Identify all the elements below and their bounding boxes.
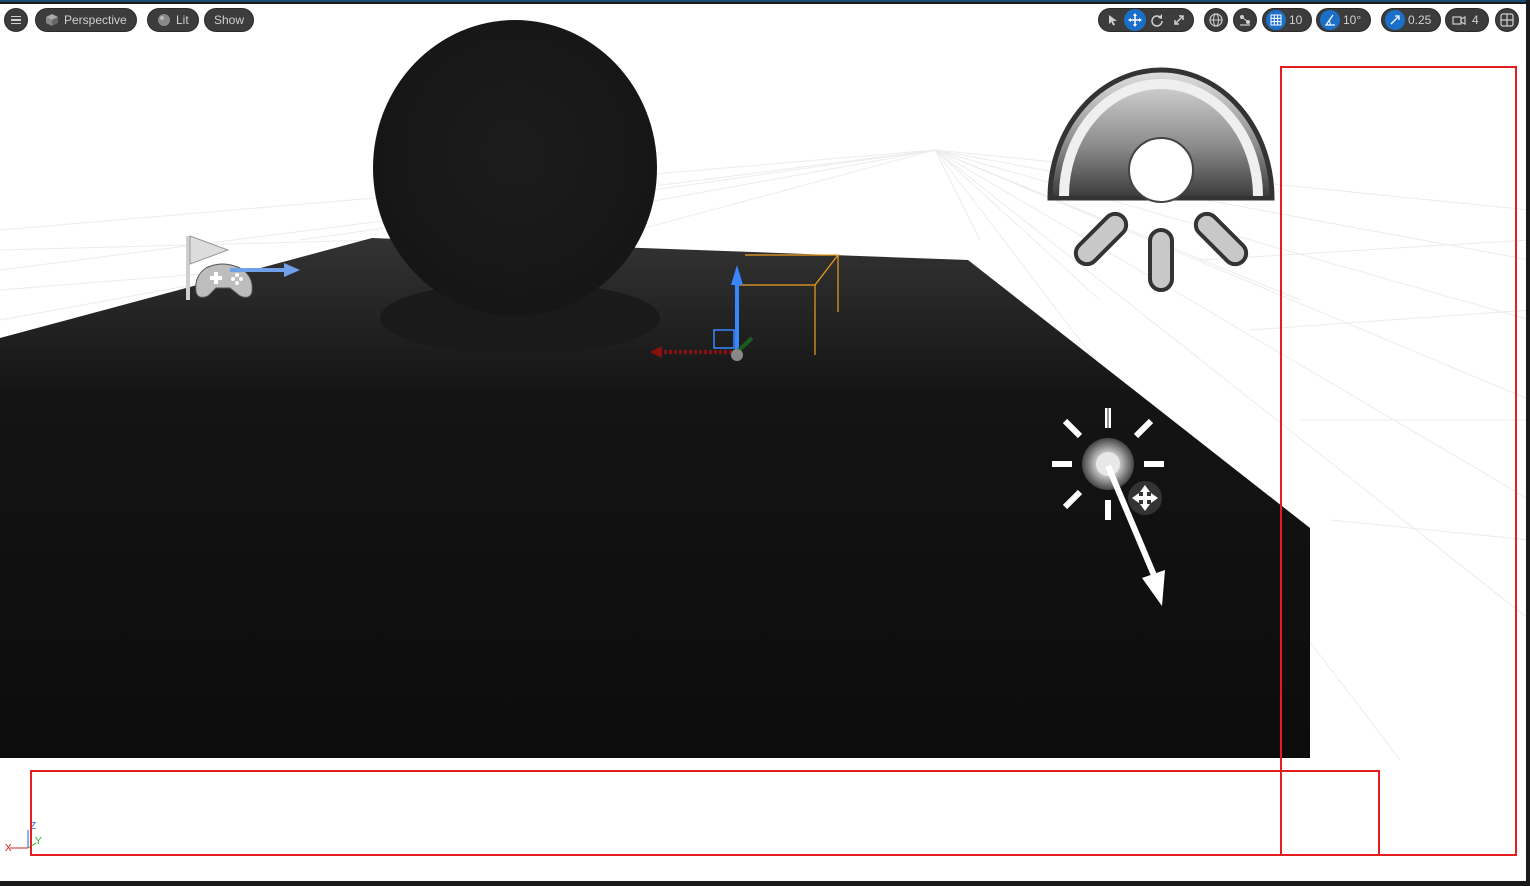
lit-label: Lit [176, 13, 189, 27]
perspective-button[interactable]: Perspective [35, 8, 137, 32]
globe-icon [1209, 13, 1223, 27]
show-button[interactable]: Show [204, 8, 255, 32]
viewport-toolbar-left [4, 8, 28, 32]
perspective-label: Perspective [64, 13, 127, 27]
level-viewport[interactable]: X Y Z Perspective Lit Show 10 10° 0.25 4 [0, 0, 1530, 886]
viewport-layout-button[interactable] [1495, 8, 1519, 32]
surface-snapping-button[interactable] [1233, 8, 1257, 32]
grid-snap-value[interactable]: 10 [1286, 13, 1308, 27]
viewport-right-border [1526, 0, 1530, 886]
axis-x-label: X [5, 843, 12, 854]
surface-snap-icon [1240, 15, 1250, 26]
grid-snap-toggle[interactable] [1266, 10, 1286, 30]
camera-icon [1452, 16, 1466, 25]
scale-mode-button[interactable] [1168, 9, 1190, 31]
highlight-box-right [1280, 66, 1517, 856]
angle-icon [1324, 14, 1335, 26]
scale-snap-toggle[interactable] [1385, 10, 1405, 30]
translate-mode-button[interactable] [1124, 9, 1146, 31]
scale-snap-icon [1390, 15, 1400, 25]
highlight-box-bottom [30, 770, 1380, 856]
scale-snap-group[interactable]: 0.25 [1381, 8, 1442, 32]
coordinate-space-button[interactable] [1204, 8, 1228, 32]
transform-tools-group [1098, 8, 1194, 32]
rotation-snap-group[interactable]: 10° [1316, 8, 1372, 32]
viewport-menu-button[interactable] [4, 8, 28, 32]
select-icon [1109, 15, 1117, 26]
rotate-mode-button[interactable] [1146, 9, 1168, 31]
hamburger-icon [11, 15, 21, 25]
grid-snap-group[interactable]: 10 [1262, 8, 1313, 32]
sphere-mesh[interactable] [373, 20, 657, 316]
scale-snap-value[interactable]: 0.25 [1405, 13, 1437, 27]
cube-icon [45, 13, 59, 27]
rotate-icon [1151, 14, 1163, 27]
sky-light-icon[interactable] [1047, 67, 1275, 292]
camera-speed-value[interactable]: 4 [1469, 13, 1485, 27]
select-mode-button[interactable] [1102, 9, 1124, 31]
camera-speed-button[interactable] [1449, 10, 1469, 30]
rotation-snap-value[interactable]: 10° [1340, 13, 1367, 27]
translate-icon [1128, 13, 1142, 27]
camera-speed-group[interactable]: 4 [1445, 8, 1489, 32]
lit-button[interactable]: Lit [147, 8, 199, 32]
viewport-layout-icon [1500, 13, 1514, 27]
scale-icon [1174, 15, 1184, 25]
rotation-snap-toggle[interactable] [1320, 10, 1340, 30]
sphere-icon [157, 13, 171, 27]
grid-icon [1270, 14, 1282, 26]
show-label: Show [214, 13, 245, 27]
viewport-bottom-border [0, 881, 1530, 886]
